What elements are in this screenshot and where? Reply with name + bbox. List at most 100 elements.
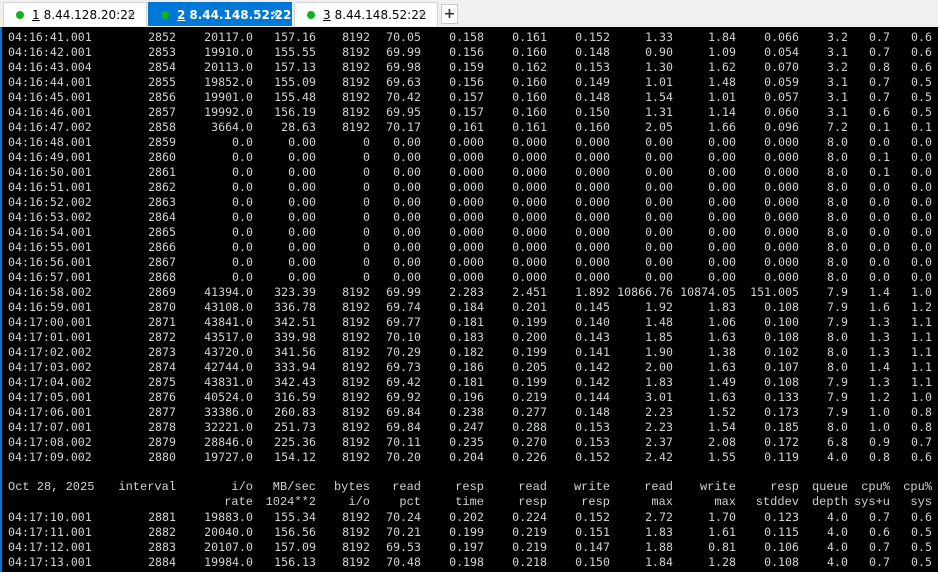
- cell-queue-depth: 7.9: [827, 300, 848, 314]
- cell-read-resp: 0.219: [512, 525, 547, 539]
- cell-resp-time: 0.181: [449, 315, 484, 329]
- cell-io-rate: 41394.0: [204, 285, 253, 299]
- cell-read-max: 1.85: [645, 330, 673, 344]
- terminal-output[interactable]: 04:16:41.001 2852 20117.0 157.16 8192 70.05 0.…: [0, 27, 938, 572]
- cell-cpu-sys: 0.0: [911, 240, 932, 254]
- cell-resp-stddev: 0.070: [764, 60, 799, 74]
- cell-mb-sec: 156.56: [274, 525, 316, 539]
- cell-io-rate: 0.0: [232, 180, 253, 194]
- cell-read-max: 1.30: [645, 60, 673, 74]
- header-mb-sec: MB/sec: [272, 480, 316, 494]
- cell-cpu-sys: 0.5: [911, 525, 932, 539]
- cell-cpu-sys-u: 0.1: [869, 150, 890, 164]
- cell-cpu-sys-u: 0.0: [869, 135, 890, 149]
- cell-cpu-sys: 1.1: [911, 315, 932, 329]
- cell-read-pct: 69.99: [386, 45, 421, 59]
- cell-write-resp: 0.000: [575, 225, 610, 239]
- cell-cpu-sys: 0.6: [911, 510, 932, 524]
- header-io-rate: i/o: [231, 480, 253, 494]
- data-row: 04:16:49.001 2860 0.0 0.00 0 0.00 0.000 0.000 0.…: [2, 150, 938, 165]
- cell-cpu-sys-u: 0.0: [869, 195, 890, 209]
- cell-mb-sec: 336.78: [274, 300, 316, 314]
- cell-io-rate: 19901.0: [204, 90, 253, 104]
- cell-bytes-io: 0: [363, 195, 370, 209]
- cell-resp-time: 0.000: [449, 165, 484, 179]
- tab-session-1[interactable]: 1 8.44.128.20:22 ×: [3, 2, 147, 26]
- cell-write-max: 1.83: [708, 300, 736, 314]
- cell-timestamp: 04:16:45.001: [8, 90, 92, 104]
- cell-timestamp: 04:16:47.002: [8, 120, 92, 134]
- close-tab-icon[interactable]: ×: [417, 7, 427, 21]
- new-tab-button[interactable]: +: [441, 4, 458, 24]
- cell-write-max: 10874.05: [680, 285, 736, 299]
- cell-resp-stddev: 0.185: [764, 420, 799, 434]
- cell-timestamp: 04:16:57.001: [8, 270, 92, 284]
- cell-interval: 2872: [148, 330, 176, 344]
- cell-cpu-sys-u: 0.0: [869, 210, 890, 224]
- cell-resp-time: 2.283: [449, 285, 484, 299]
- cell-write-max: 0.00: [708, 210, 736, 224]
- cell-timestamp: 04:17:00.001: [8, 315, 92, 329]
- cell-io-rate: 0.0: [232, 240, 253, 254]
- cell-cpu-sys-u: 0.0: [869, 180, 890, 194]
- cell-mb-sec: 323.39: [274, 285, 316, 299]
- cell-resp-stddev: 0.000: [764, 210, 799, 224]
- cell-write-max: 0.00: [708, 195, 736, 209]
- cell-write-resp: 0.160: [575, 120, 610, 134]
- cell-read-pct: 0.00: [393, 240, 421, 254]
- cell-queue-depth: 7.9: [827, 285, 848, 299]
- cell-read-max: 1.92: [645, 300, 673, 314]
- cell-write-resp: 0.152: [575, 450, 610, 464]
- cell-bytes-io: 8192: [342, 330, 370, 344]
- cell-read-max: 1.83: [645, 375, 673, 389]
- cell-resp-stddev: 0.108: [764, 330, 799, 344]
- header-timestamp: Oct 28, 2025: [8, 480, 95, 494]
- cell-write-max: 2.08: [708, 435, 736, 449]
- cell-queue-depth: 8.0: [827, 345, 848, 359]
- cell-read-resp: 0.000: [512, 165, 547, 179]
- cell-read-max: 1.54: [645, 90, 673, 104]
- cell-cpu-sys: 1.1: [911, 375, 932, 389]
- tab-session-3[interactable]: 3 8.44.148.52:22 ×: [294, 2, 438, 26]
- cell-write-max: 0.00: [708, 255, 736, 269]
- cell-queue-depth: 4.0: [827, 540, 848, 554]
- cell-timestamp: 04:17:05.001: [8, 390, 92, 404]
- cell-read-pct: 70.11: [386, 435, 421, 449]
- header-read-max: max: [651, 495, 673, 509]
- cell-cpu-sys-u: 1.4: [869, 360, 890, 374]
- cell-read-resp: 0.199: [512, 345, 547, 359]
- cell-read-pct: 69.99: [386, 285, 421, 299]
- cell-read-pct: 69.84: [386, 420, 421, 434]
- cell-resp-time: 0.202: [449, 510, 484, 524]
- cell-cpu-sys: 0.1: [911, 120, 932, 134]
- cell-timestamp: 04:16:42.001: [8, 45, 92, 59]
- cell-resp-stddev: 0.100: [764, 315, 799, 329]
- cell-read-resp: 0.162: [512, 60, 547, 74]
- cell-cpu-sys: 0.0: [911, 270, 932, 284]
- cell-queue-depth: 8.0: [827, 255, 848, 269]
- cell-interval: 2875: [148, 375, 176, 389]
- connected-status-icon: [16, 10, 24, 19]
- cell-mb-sec: 0.00: [288, 225, 316, 239]
- cell-queue-depth: 8.0: [827, 270, 848, 284]
- cell-resp-time: 0.197: [449, 540, 484, 554]
- cell-bytes-io: 0: [363, 135, 370, 149]
- cell-read-pct: 70.17: [386, 120, 421, 134]
- cell-mb-sec: 0.00: [288, 150, 316, 164]
- cell-write-resp: 0.145: [575, 300, 610, 314]
- close-tab-icon[interactable]: ×: [126, 7, 136, 21]
- cell-resp-stddev: 0.102: [764, 345, 799, 359]
- cell-read-resp: 0.000: [512, 135, 547, 149]
- tab-session-2[interactable]: 2 8.44.148.52:22 ×: [148, 2, 292, 26]
- cell-resp-stddev: 0.133: [764, 390, 799, 404]
- cell-queue-depth: 3.1: [827, 75, 848, 89]
- cell-resp-time: 0.156: [449, 45, 484, 59]
- cell-interval: 2859: [148, 135, 176, 149]
- cell-cpu-sys-u: 1.0: [869, 420, 890, 434]
- cell-timestamp: 04:16:48.001: [8, 135, 92, 149]
- cell-io-rate: 43831.0: [204, 375, 253, 389]
- cell-interval: 2868: [148, 270, 176, 284]
- close-tab-icon[interactable]: ×: [271, 7, 281, 21]
- cell-resp-stddev: 151.005: [750, 285, 799, 299]
- data-row: 04:16:46.001 2857 19992.0 156.19 8192 69.95 0.…: [2, 105, 938, 120]
